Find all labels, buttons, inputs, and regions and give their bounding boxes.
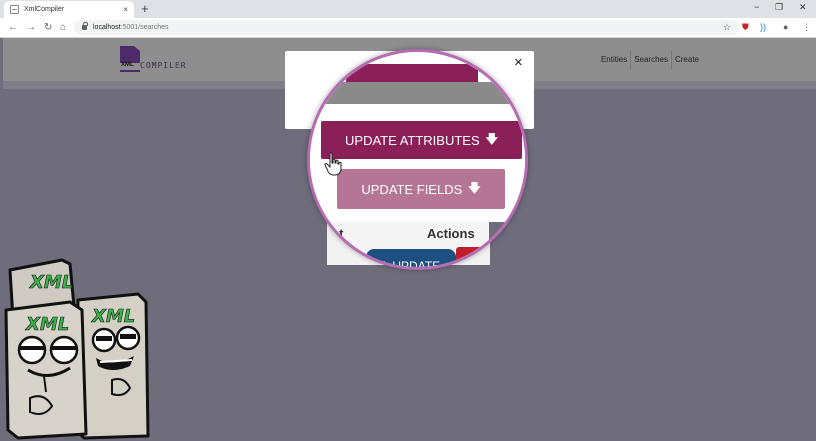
table-cell-fragment: pro bbox=[342, 247, 354, 256]
menu-kebab-icon[interactable]: ⋮ bbox=[802, 21, 811, 34]
xml-mascots-illustration: XML XML XML bbox=[4, 258, 150, 440]
profile-icon[interactable]: ● bbox=[783, 21, 788, 34]
logo-xml-text: XML bbox=[121, 62, 134, 68]
minimize-window-button[interactable]: − bbox=[754, 2, 759, 12]
mascot-front-label: XML bbox=[25, 314, 69, 335]
address-bar[interactable]: localhost :5001/searches bbox=[74, 20, 740, 35]
browser-tabstrip: XmlCompiler × + − ❐ ✕ bbox=[0, 0, 816, 18]
magnified-gray-bar bbox=[320, 82, 510, 104]
new-tab-button[interactable]: + bbox=[141, 1, 149, 17]
tab-title: XmlCompiler bbox=[24, 6, 65, 13]
row-update-button[interactable]: ⬆ UPDATE bbox=[366, 249, 456, 267]
bookmark-star-icon[interactable]: ☆ bbox=[723, 21, 731, 34]
sound-extension-icon[interactable]: )) bbox=[760, 21, 766, 34]
update-fields-button[interactable]: UPDATE FIELDS 🡇 bbox=[337, 169, 505, 209]
lock-icon bbox=[82, 22, 88, 30]
url-path: :5001/searches bbox=[120, 24, 169, 31]
nav-searches-link[interactable]: Searches bbox=[631, 51, 672, 69]
magnified-primary-strip bbox=[346, 64, 478, 82]
table-header-content: ent bbox=[324, 226, 344, 241]
shield-extension-icon[interactable]: ⛊ bbox=[742, 21, 749, 34]
row-delete-button[interactable] bbox=[456, 247, 489, 265]
restore-window-button[interactable]: ❐ bbox=[775, 2, 783, 13]
update-attributes-button[interactable]: UPDATE ATTRIBUTES 🡇 bbox=[321, 121, 522, 159]
nav-links: Entities Searches Create bbox=[598, 51, 702, 69]
mascot-back-label: XML bbox=[29, 272, 73, 293]
back-icon[interactable]: ← bbox=[8, 21, 18, 34]
magnifier-overlay: UPDATE ATTRIBUTES 🡇 UPDATE FIELDS 🡇 ent … bbox=[307, 49, 528, 270]
hand-cursor-icon bbox=[324, 152, 342, 176]
update-attributes-label: UPDATE ATTRIBUTES bbox=[345, 132, 480, 148]
url-host: localhost bbox=[93, 24, 121, 31]
reload-icon[interactable]: ↻ bbox=[44, 21, 52, 34]
browser-tab[interactable]: XmlCompiler × bbox=[4, 1, 134, 18]
forward-icon[interactable]: → bbox=[26, 21, 36, 34]
mascot-front: XML bbox=[4, 300, 88, 440]
update-fields-label: UPDATE FIELDS bbox=[361, 181, 463, 197]
nav-create-link[interactable]: Create bbox=[672, 51, 702, 69]
page-favicon-icon bbox=[10, 5, 19, 14]
close-window-button[interactable]: ✕ bbox=[799, 2, 807, 13]
logo-compiler-text: COMPILER bbox=[140, 61, 187, 70]
home-icon[interactable]: ⌂ bbox=[60, 21, 66, 34]
mascot-right-label: XML bbox=[91, 306, 135, 327]
browser-toolbar: ← → ↻ ⌂ localhost :5001/searches ☆ ⛊ )) … bbox=[0, 18, 816, 38]
nav-entities-link[interactable]: Entities bbox=[598, 51, 632, 69]
logo-underline bbox=[120, 70, 140, 72]
arrow-down-icon: 🡇 bbox=[468, 180, 481, 195]
table-header-actions: Actions bbox=[427, 226, 475, 241]
document-icon bbox=[120, 46, 140, 63]
tab-close-icon[interactable]: × bbox=[123, 5, 128, 14]
xml-compiler-logo[interactable]: XML COMPILER bbox=[117, 46, 207, 72]
arrow-down-icon: 🡇 bbox=[485, 131, 498, 146]
